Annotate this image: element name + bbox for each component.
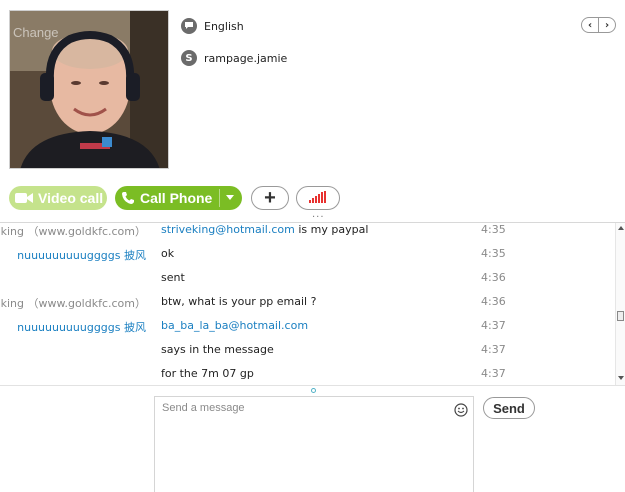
language-row: English: [181, 17, 244, 35]
chevron-down-icon[interactable]: [226, 195, 234, 200]
message-link[interactable]: ba_ba_la_ba@hotmail.com: [161, 319, 308, 332]
chat-message: king （www.goldkfc.com） btw, what is your …: [0, 295, 616, 319]
message-text: says in the message: [161, 343, 274, 356]
phone-icon: [121, 191, 135, 205]
profile-nav-arrows: ‹ ›: [581, 17, 616, 33]
scroll-down-icon[interactable]: [618, 376, 624, 380]
call-phone-divider: [219, 189, 220, 207]
scroll-up-icon[interactable]: [618, 226, 624, 230]
chat-message: sent 4:36: [0, 271, 616, 295]
next-arrow-icon[interactable]: ›: [599, 18, 615, 32]
video-call-label: Video call: [38, 190, 104, 206]
message-text: is my paypal: [294, 223, 369, 236]
send-button[interactable]: Send: [483, 397, 535, 419]
message-compose-box[interactable]: [154, 396, 474, 492]
scrollbar-thumb[interactable]: [617, 311, 624, 321]
message-body: ok: [161, 247, 174, 260]
plus-icon: +: [264, 186, 276, 209]
chat-message: nuuuuuuuuuggggs 披风 ok 4:35: [0, 247, 616, 271]
skype-icon: S: [181, 50, 197, 66]
chat-message: nuuuuuuuuuggggs 披风 ba_ba_la_ba@hotmail.co…: [0, 319, 616, 343]
message-timestamp: 4:37: [481, 343, 506, 356]
message-body: sent: [161, 271, 185, 284]
message-text: ok: [161, 247, 175, 260]
previous-arrow-icon[interactable]: ‹: [582, 18, 599, 32]
chat-scrollbar[interactable]: [615, 223, 625, 385]
message-timestamp: 4:37: [481, 367, 506, 380]
message-link[interactable]: striveking@hotmail.com: [161, 223, 295, 236]
call-phone-label: Call Phone: [140, 190, 213, 206]
message-timestamp: 4:36: [481, 295, 506, 308]
chat-message: king （www.goldkfc.com） striveking@hotmail…: [0, 223, 616, 247]
call-phone-button[interactable]: Call Phone: [115, 186, 242, 210]
video-call-button[interactable]: Video call: [9, 186, 107, 210]
chat-history[interactable]: king （www.goldkfc.com） striveking@hotmail…: [0, 223, 616, 385]
video-camera-icon: [15, 192, 33, 204]
resize-handle-icon[interactable]: [311, 388, 316, 393]
speech-bubble-icon: [181, 18, 197, 34]
smiley-icon[interactable]: [454, 403, 468, 417]
message-timestamp: 4:35: [481, 223, 506, 236]
message-timestamp: 4:37: [481, 319, 506, 332]
chat-bottom-divider: [0, 385, 625, 386]
message-timestamp: 4:36: [481, 271, 506, 284]
call-quality-button[interactable]: [296, 186, 340, 210]
message-sender[interactable]: nuuuuuuuuuggggs 披风: [17, 319, 146, 335]
message-body: ba_ba_la_ba@hotmail.com: [161, 319, 308, 332]
add-button[interactable]: +: [251, 186, 289, 210]
skype-name-label: rampage.jamie: [204, 51, 288, 65]
message-text: btw, what is your pp email ?: [161, 295, 317, 308]
message-input[interactable]: [155, 397, 473, 492]
skype-chat-window: Change English S rampage.jamie ‹ › Video…: [0, 0, 625, 492]
message-timestamp: 4:35: [481, 247, 506, 260]
language-label: English: [204, 19, 244, 33]
message-text: sent: [161, 271, 185, 284]
message-text: for the 7m 07 gp: [161, 367, 254, 380]
message-sender[interactable]: king （www.goldkfc.com）: [1, 295, 146, 311]
chat-message: for the 7m 07 gp 4:37: [0, 367, 616, 385]
avatar-change-label: Change: [13, 25, 59, 40]
message-body: says in the message: [161, 343, 274, 356]
message-body: for the 7m 07 gp: [161, 367, 254, 380]
skype-name-row: S rampage.jamie: [181, 49, 287, 67]
contact-avatar[interactable]: Change: [9, 10, 169, 169]
message-body: btw, what is your pp email ?: [161, 295, 316, 308]
message-sender[interactable]: nuuuuuuuuuggggs 披风: [17, 247, 146, 263]
signal-bars-icon: [309, 190, 327, 206]
chat-message: says in the message 4:37: [0, 343, 616, 367]
message-body: striveking@hotmail.com is my paypal: [161, 223, 368, 236]
message-sender[interactable]: king （www.goldkfc.com）: [1, 223, 146, 239]
